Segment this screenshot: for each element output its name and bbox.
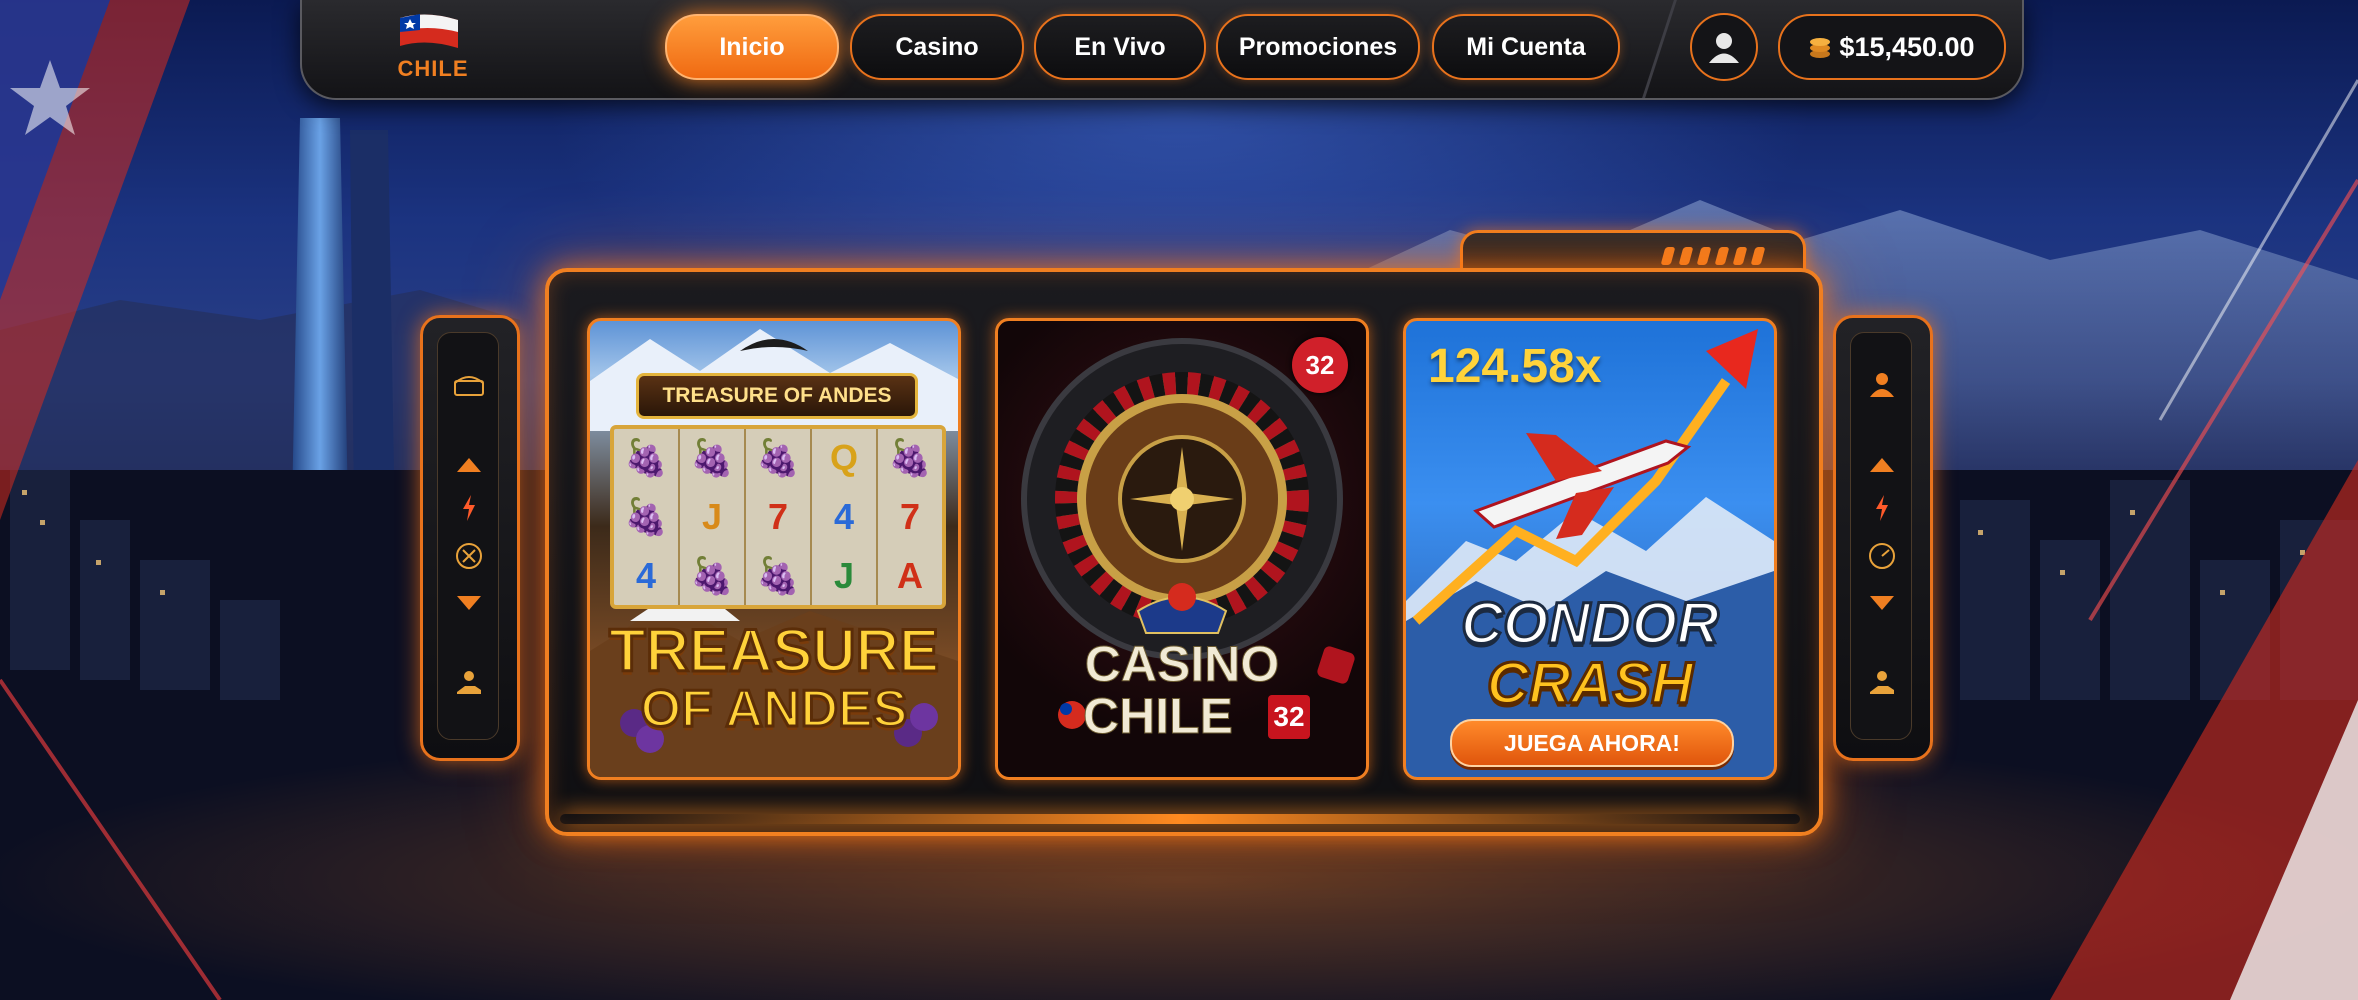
crash-multiplier: 124.58x	[1428, 340, 1602, 393]
reel-symbol: 4	[833, 495, 855, 537]
title-number-badge: 32	[1268, 695, 1310, 739]
frame-bottom-glow	[560, 814, 1800, 824]
reel: 🍇 7 A	[878, 429, 942, 605]
treasure-chest-icon[interactable]	[451, 366, 487, 402]
tab-vents	[1660, 247, 1766, 265]
reel-symbol: 🍇	[887, 437, 933, 479]
reel: 🍇 7 🍇	[746, 429, 812, 605]
reel-symbol: 🍇	[623, 495, 669, 537]
reel-symbol: 🍇	[623, 437, 669, 479]
game-title-line2: CRASH	[1485, 651, 1694, 716]
game-title-line1: CONDOR	[1460, 591, 1721, 656]
brand-logo[interactable]: CHILE	[378, 8, 488, 84]
nav-casino[interactable]: Casino	[850, 14, 1024, 80]
balance-amount: $15,450.00	[1839, 31, 1975, 62]
reel-symbol: Q	[829, 437, 858, 479]
arrow-up-icon[interactable]	[451, 446, 487, 482]
hand-coin-icon[interactable]	[451, 664, 487, 700]
reel-symbol: 🍇	[689, 437, 735, 479]
user-icon	[1709, 33, 1739, 63]
game-card-condor-crash[interactable]: 124.58x CONDOR CRASH JUEGA AHORA!	[1403, 318, 1777, 780]
game-title-line1: TREASURE	[607, 617, 940, 684]
game-title-line2: OF ANDES	[639, 680, 909, 738]
nav-inicio[interactable]: Inicio	[665, 14, 839, 80]
slot-reels: 🍇 🍇 4 🍇 J 🍇 🍇 7 🍇 Q 4 J 🍇 7 A	[610, 425, 946, 609]
user-icon[interactable]	[1864, 366, 1900, 402]
reel-symbol: 4	[635, 554, 657, 596]
reel-symbol: 🍇	[755, 554, 801, 596]
nav-en-vivo[interactable]: En Vivo	[1034, 14, 1206, 80]
coin-stack-icon	[1810, 38, 1831, 58]
reel: Q 4 J	[812, 429, 878, 605]
game-card-treasure-of-andes[interactable]: TREASURE OF ANDES 🍇 🍇 4 🍇 J 🍇 🍇 7 🍇 Q 4 …	[587, 318, 961, 780]
roulette-number-badge: 32	[1292, 337, 1348, 393]
reel-symbol: J	[833, 554, 855, 596]
account-avatar-button[interactable]	[1690, 13, 1758, 81]
hand-coin-icon[interactable]	[1864, 664, 1900, 700]
balance-display[interactable]: $15,450.00	[1778, 14, 2006, 80]
game-card-casino-chile[interactable]: 32 CASINO CHILE 32	[995, 318, 1369, 780]
left-control-panel	[420, 315, 520, 761]
reel-symbol: 🍇	[689, 554, 735, 596]
reel-symbol: A	[897, 554, 923, 596]
reel-symbol: 7	[767, 495, 789, 537]
arrow-up-icon[interactable]	[1864, 446, 1900, 482]
andes-banner: TREASURE OF ANDES	[636, 373, 918, 419]
arrow-down-icon[interactable]	[451, 586, 487, 622]
reel: 🍇 🍇 4	[614, 429, 680, 605]
play-now-button[interactable]: JUEGA AHORA!	[1450, 719, 1734, 767]
reel-symbol: J	[701, 495, 723, 537]
lightning-icon[interactable]	[1864, 490, 1900, 526]
reel: 🍇 J 🍇	[680, 429, 746, 605]
speedometer-icon[interactable]	[1864, 538, 1900, 574]
chile-flag-icon	[400, 14, 458, 49]
game-title-line1: CASINO	[1084, 636, 1280, 692]
reel-symbol: 7	[899, 495, 921, 537]
arrow-down-icon[interactable]	[1864, 586, 1900, 622]
nav-promociones[interactable]: Promociones	[1216, 14, 1420, 80]
dice-icon[interactable]	[451, 538, 487, 574]
nav-mi-cuenta[interactable]: Mi Cuenta	[1432, 14, 1620, 80]
right-control-panel	[1833, 315, 1933, 761]
logo-text: CHILE	[397, 56, 469, 81]
game-title-line2: CHILE	[1083, 688, 1234, 744]
lightning-icon[interactable]	[451, 490, 487, 526]
reel-symbol: 🍇	[755, 437, 801, 479]
